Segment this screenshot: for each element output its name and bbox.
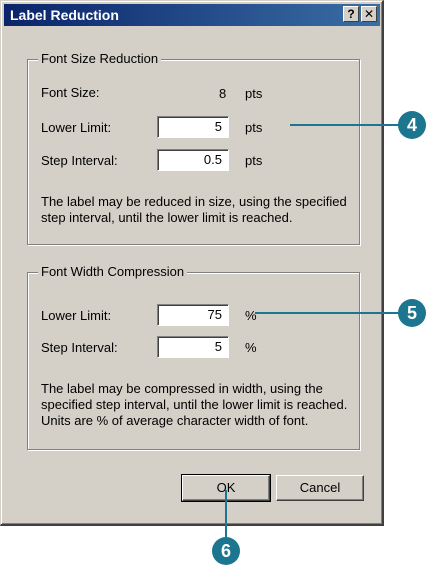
help-button[interactable]: ?	[343, 6, 359, 22]
size-step-interval-unit: pts	[245, 153, 263, 168]
label-reduction-dialog: Label Reduction ? ✕ Font Size Reduction …	[0, 0, 384, 526]
lower-limit-label: Lower Limit:	[41, 120, 112, 135]
size-lower-limit-unit: pts	[245, 120, 263, 135]
width-note-line-2: specified step interval, until the lower…	[41, 397, 348, 412]
font-size-unit: pts	[245, 86, 263, 101]
width-compression-note: The label may be compressed in width, us…	[41, 381, 347, 429]
font-size-label: Font Size:	[41, 85, 100, 100]
font-width-compression-group: Font Width Compression Lower Limit: 75 %…	[27, 264, 360, 450]
width-lower-limit-unit: %	[245, 308, 257, 323]
width-step-interval-label: Step Interval:	[41, 340, 118, 355]
callout-4-badge: 4	[398, 111, 426, 139]
callout-5-leader	[255, 312, 402, 314]
size-note-line-2: step interval, until the lower limit is …	[41, 210, 293, 225]
size-reduction-note: The label may be reduced in size, using …	[41, 194, 347, 226]
width-lower-limit-input[interactable]: 75	[157, 304, 229, 326]
size-step-interval-input[interactable]: 0.5	[157, 149, 229, 171]
callout-5-badge: 5	[398, 299, 426, 327]
window-title: Label Reduction	[10, 7, 119, 23]
width-lower-limit-label: Lower Limit:	[41, 308, 112, 323]
title-bar[interactable]: Label Reduction ? ✕	[4, 4, 380, 26]
font-size-reduction-group: Font Size Reduction Font Size: 8 pts Low…	[27, 51, 360, 245]
close-button[interactable]: ✕	[361, 6, 377, 22]
width-step-interval-unit: %	[245, 340, 257, 355]
width-step-interval-input[interactable]: 5	[157, 336, 229, 358]
cancel-button[interactable]: Cancel	[276, 475, 364, 501]
size-note-line-1: The label may be reduced in size, using …	[41, 194, 347, 209]
font-size-value: 8	[219, 86, 227, 101]
callout-6-badge: 6	[212, 537, 240, 565]
callout-6-leader	[225, 490, 227, 538]
step-interval-label: Step Interval:	[41, 153, 118, 168]
size-lower-limit-input[interactable]: 5	[157, 116, 229, 138]
font-size-reduction-legend: Font Size Reduction	[38, 51, 162, 66]
width-note-line-1: The label may be compressed in width, us…	[41, 381, 323, 396]
font-width-compression-legend: Font Width Compression	[38, 264, 188, 279]
callout-4-leader	[290, 124, 402, 126]
width-note-line-3: Units are % of average character width o…	[41, 413, 309, 428]
